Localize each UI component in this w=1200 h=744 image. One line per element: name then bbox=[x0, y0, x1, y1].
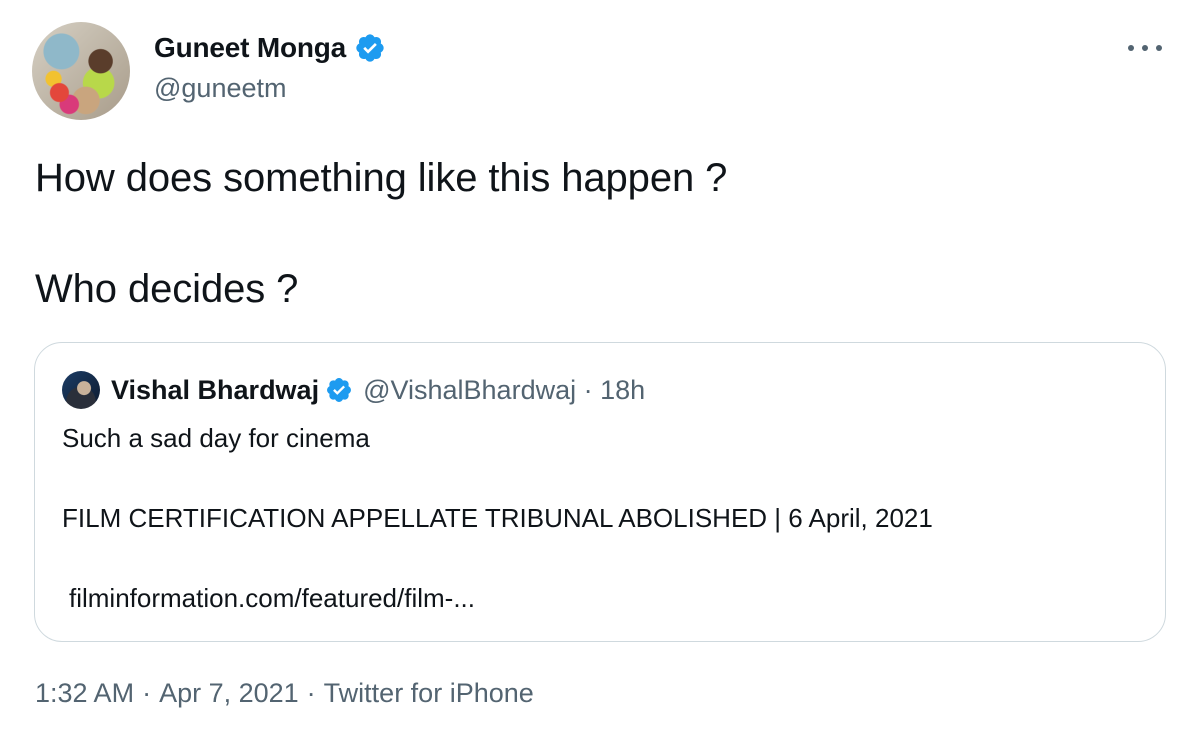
tweet-source[interactable]: Twitter for iPhone bbox=[324, 678, 534, 709]
quoted-text-line-1: Such a sad day for cinema bbox=[62, 423, 370, 453]
author-display-name[interactable]: Guneet Monga bbox=[154, 32, 346, 64]
tweet-card: Guneet Monga @guneetm How does something… bbox=[0, 0, 1200, 744]
quoted-link[interactable]: filminformation.com/featured/film-... bbox=[69, 583, 475, 614]
quoted-author-name: Vishal Bhardwaj bbox=[111, 374, 320, 405]
quoted-text-line-2: FILM CERTIFICATION APPELLATE TRIBUNAL AB… bbox=[62, 503, 933, 533]
more-options-icon[interactable] bbox=[1128, 38, 1162, 58]
author-avatar[interactable] bbox=[32, 22, 130, 120]
tweet-text-line-1: How does something like this happen ? bbox=[35, 156, 728, 200]
separator-dot: · bbox=[142, 678, 152, 708]
tweet-meta-footer: 1:32 AM · Apr 7, 2021 · Twitter for iPho… bbox=[35, 678, 534, 709]
more-dot bbox=[1142, 45, 1148, 51]
more-dot bbox=[1156, 45, 1162, 51]
quoted-tweet-header: Vishal Bhardwaj @VishalBhardwaj · 18h bbox=[111, 371, 645, 409]
author-handle[interactable]: @guneetm bbox=[154, 73, 286, 104]
tweet-text-line-2: Who decides ? bbox=[35, 267, 299, 311]
tweet-date[interactable]: Apr 7, 2021 bbox=[159, 678, 299, 709]
verified-badge-icon bbox=[327, 378, 352, 402]
more-dot bbox=[1128, 45, 1134, 51]
tweet-time[interactable]: 1:32 AM bbox=[35, 678, 134, 709]
quoted-handle-time: @VishalBhardwaj · 18h bbox=[363, 374, 646, 405]
separator-dot: · bbox=[306, 678, 316, 708]
author-name-row: Guneet Monga bbox=[154, 30, 386, 66]
quoted-tweet[interactable]: Vishal Bhardwaj @VishalBhardwaj · 18h Su… bbox=[34, 342, 1166, 642]
verified-badge-icon bbox=[356, 34, 384, 62]
quoted-author-avatar bbox=[62, 371, 100, 409]
